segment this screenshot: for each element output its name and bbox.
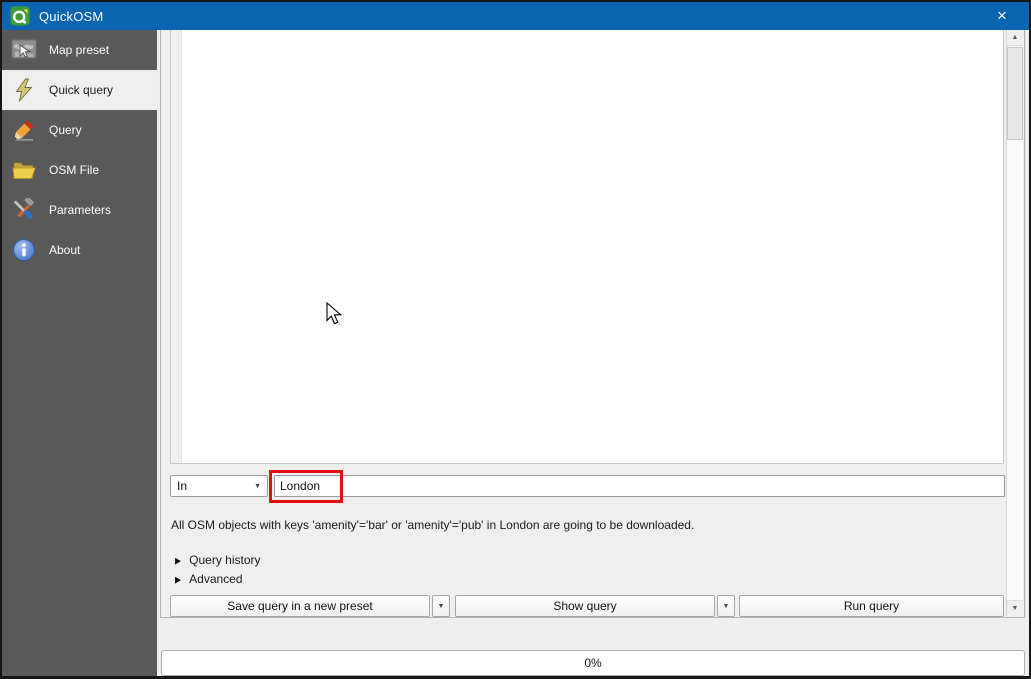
quickosm-dialog: QuickOSM × Map preset Quick query <box>0 0 1031 679</box>
sidebar-item-label: OSM File <box>49 163 99 177</box>
query-pencil-icon <box>11 117 37 143</box>
map-preset-icon <box>11 37 37 63</box>
sidebar-item-osm-file[interactable]: OSM File <box>2 150 157 190</box>
chevron-down-icon: ▼ <box>254 483 261 490</box>
progress-percent: 0% <box>584 656 601 670</box>
sidebar-item-label: Quick query <box>49 83 113 97</box>
run-query-button[interactable]: Run query <box>739 595 1004 617</box>
quick-query-icon <box>11 77 37 103</box>
mouse-cursor <box>323 302 343 328</box>
advanced-toggle[interactable]: ▶ Advanced <box>175 571 243 587</box>
about-info-icon <box>11 237 37 263</box>
close-button[interactable]: × <box>985 2 1019 30</box>
show-query-dropdown-button[interactable]: ▼ <box>717 595 735 617</box>
run-query-button-label: Run query <box>844 599 899 613</box>
quick-query-scrollarea: In ▼ All OSM objects with keys 'amenity'… <box>160 30 1025 618</box>
save-preset-button-label: Save query in a new preset <box>227 599 372 613</box>
table-vertical-header <box>171 30 182 463</box>
scroll-up-button[interactable]: ▲ <box>1007 30 1023 46</box>
vertical-scrollbar[interactable]: ▲ ▼ <box>1006 30 1023 616</box>
sidebar-item-about[interactable]: About <box>2 230 157 270</box>
sidebar-item-label: Parameters <box>49 203 111 217</box>
sidebar-item-label: Map preset <box>49 43 109 57</box>
query-summary-text: All OSM objects with keys 'amenity'='bar… <box>171 518 1001 532</box>
sidebar-item-parameters[interactable]: Parameters <box>2 190 157 230</box>
query-table <box>170 30 1004 464</box>
sidebar-item-quick-query[interactable]: Quick query <box>2 70 157 110</box>
advanced-label: Advanced <box>189 572 242 586</box>
query-history-toggle[interactable]: ▶ Query history <box>175 552 261 568</box>
scroll-down-button[interactable]: ▼ <box>1007 600 1023 616</box>
scroll-down-icon: ▼ <box>1012 605 1019 612</box>
sidebar: Map preset Quick query Query <box>2 30 157 676</box>
content-area: In ▼ All OSM objects with keys 'amenity'… <box>157 30 1029 676</box>
show-query-button[interactable]: Show query <box>455 595 715 617</box>
collapse-arrow-icon: ▶ <box>175 574 181 584</box>
extent-combobox-value: In <box>177 479 254 493</box>
save-preset-dropdown-button[interactable]: ▼ <box>432 595 450 617</box>
save-preset-button[interactable]: Save query in a new preset <box>170 595 430 617</box>
collapse-arrow-icon: ▶ <box>175 555 181 565</box>
sidebar-item-map-preset[interactable]: Map preset <box>2 30 157 70</box>
quickosm-logo-icon <box>10 6 30 26</box>
scroll-up-icon: ▲ <box>1012 34 1019 41</box>
sidebar-item-label: About <box>49 243 80 257</box>
progress-bar: 0% <box>161 650 1025 676</box>
osm-file-folder-icon <box>11 157 37 183</box>
parameters-tools-icon <box>11 197 37 223</box>
extent-combobox[interactable]: In ▼ <box>170 475 268 497</box>
query-history-label: Query history <box>189 553 260 567</box>
place-input[interactable] <box>274 475 1005 497</box>
scrollbar-thumb[interactable] <box>1007 47 1023 140</box>
show-query-button-label: Show query <box>553 599 616 613</box>
chevron-down-icon: ▼ <box>723 603 730 610</box>
sidebar-item-label: Query <box>49 123 82 137</box>
title-bar[interactable]: QuickOSM × <box>2 2 1029 30</box>
window-title: QuickOSM <box>39 9 103 24</box>
chevron-down-icon: ▼ <box>438 603 445 610</box>
sidebar-item-query[interactable]: Query <box>2 110 157 150</box>
